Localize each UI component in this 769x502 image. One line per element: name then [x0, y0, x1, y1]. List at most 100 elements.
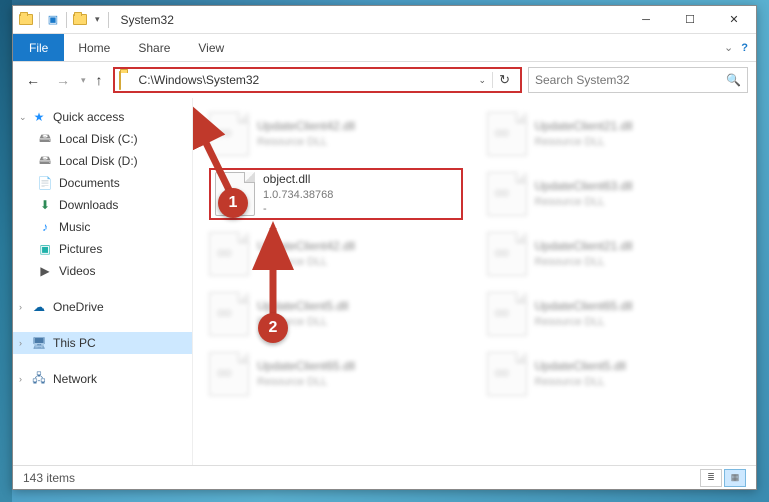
sidebar-item-pictures[interactable]: ▣ Pictures [13, 238, 192, 260]
star-icon: ★ [31, 109, 47, 125]
dll-icon [215, 172, 255, 216]
sidebar-quick-access[interactable]: ⌄ ★ Quick access [13, 106, 192, 128]
sidebar-item-label: Music [59, 220, 90, 234]
file-name: UpdateClient65.dll [535, 299, 633, 315]
separator [66, 12, 67, 28]
dll-icon [487, 172, 527, 216]
file-item[interactable]: UpdateClient65.dllResource DLL [209, 348, 463, 400]
sidebar-item-label: This PC [53, 336, 96, 350]
onedrive-icon: ☁ [31, 299, 47, 315]
sidebar-item-documents[interactable]: 📄 Documents [13, 172, 192, 194]
file-name: UpdateClient63.dll [535, 179, 633, 195]
music-icon: ♪ [37, 219, 53, 235]
videos-icon: ▶ [37, 263, 53, 279]
dll-icon [487, 292, 527, 336]
close-button[interactable]: ✕ [712, 6, 756, 34]
dll-icon [209, 112, 249, 156]
sidebar-onedrive[interactable]: ›☁OneDrive [13, 296, 192, 318]
sidebar-item-music[interactable]: ♪ Music [13, 216, 192, 238]
forward-button[interactable]: → [51, 68, 75, 92]
address-bar[interactable]: ⌄ ↻ [113, 67, 522, 93]
tab-share[interactable]: Share [124, 34, 184, 61]
status-bar: 143 items ≣ ▦ [13, 465, 756, 489]
help-icon[interactable]: ? [741, 42, 748, 54]
file-name: UpdateClient21.dll [535, 119, 633, 135]
chevron-icon[interactable]: › [19, 374, 22, 384]
window-title: System32 [115, 13, 624, 27]
maximize-button[interactable]: ☐ [668, 6, 712, 34]
file-item[interactable]: UpdateClient42.dllResource DLL [209, 228, 463, 280]
sidebar-item-label: Network [53, 372, 97, 386]
file-desc: - [263, 202, 333, 216]
tiles-view-button[interactable]: ▦ [724, 469, 746, 487]
file-item[interactable]: UpdateClient63.dllResource DLL [487, 168, 741, 220]
pictures-icon: ▣ [37, 241, 53, 257]
file-item[interactable]: UpdateClient21.dllResource DLL [487, 228, 741, 280]
ribbon-expand-icon[interactable]: ⌄ [724, 41, 733, 54]
file-item[interactable]: UpdateClient21.dllResource DLL [487, 108, 741, 160]
sidebar-this-pc[interactable]: › 🖥 This PC [13, 332, 192, 354]
body: ⌄ ★ Quick access 🖴 Local Disk (C:) 🖴 Local… [13, 98, 756, 465]
disk-icon: 🖴 [37, 153, 53, 169]
sidebar-item-videos[interactable]: ▶Videos [13, 260, 192, 282]
search-input[interactable] [535, 73, 726, 87]
sidebar-item-label: Pictures [59, 242, 102, 256]
file-item[interactable]: UpdateClient5.dllResource DLL [487, 348, 741, 400]
file-item[interactable]: UpdateClient42.dllResource DLL [209, 108, 463, 160]
tab-view[interactable]: View [184, 34, 238, 61]
tab-home[interactable]: Home [64, 34, 124, 61]
qat-dropdown-icon[interactable]: ▾ [91, 14, 104, 25]
file-desc: Resource DLL [535, 195, 633, 209]
file-item-highlighted[interactable]: object.dll1.0.734.38768- [209, 168, 463, 220]
file-list[interactable]: UpdateClient42.dllResource DLL UpdateCli… [193, 98, 756, 465]
history-dropdown-icon[interactable]: ▾ [81, 75, 86, 86]
sidebar-item-label: Local Disk (D:) [59, 154, 138, 168]
dll-icon [209, 352, 249, 396]
sidebar-item-label: Local Disk (C:) [59, 132, 138, 146]
dll-icon [487, 352, 527, 396]
sidebar-item-label: Quick access [53, 110, 124, 124]
dll-icon [209, 292, 249, 336]
chevron-icon[interactable]: › [19, 338, 22, 348]
pc-icon: 🖥 [31, 335, 47, 351]
file-tab[interactable]: File [13, 34, 64, 61]
file-item[interactable]: UpdateClient65.dllResource DLL [487, 288, 741, 340]
properties-icon[interactable]: ▣ [44, 11, 62, 29]
sidebar-item-label: Documents [59, 176, 120, 190]
back-button[interactable]: ← [21, 68, 45, 92]
refresh-button[interactable]: ↻ [492, 72, 516, 88]
search-box[interactable]: 🔍 [528, 67, 748, 93]
separator [39, 12, 40, 28]
chevron-icon[interactable]: › [19, 302, 22, 312]
file-desc: Resource DLL [535, 135, 633, 149]
address-input[interactable] [139, 73, 473, 87]
file-desc: Resource DLL [535, 375, 626, 389]
sidebar-item-local-disk-d[interactable]: 🖴 Local Disk (D:) [13, 150, 192, 172]
navigation-pane[interactable]: ⌄ ★ Quick access 🖴 Local Disk (C:) 🖴 Local… [13, 98, 193, 465]
address-dropdown-icon[interactable]: ⌄ [473, 75, 493, 86]
minimize-button[interactable]: ─ [624, 6, 668, 34]
titlebar: ▣ ▾ System32 ─ ☐ ✕ [13, 6, 756, 34]
status-item-count: 143 items [23, 471, 75, 485]
disk-icon: 🖴 [37, 131, 53, 147]
dll-icon [487, 232, 527, 276]
file-item[interactable]: UpdateClient5.dllResource DLL [209, 288, 463, 340]
ribbon-right: ⌄ ? [724, 34, 756, 61]
folder-icon [17, 11, 35, 29]
ribbon-tabs: File Home Share View ⌄ ? [13, 34, 756, 62]
network-icon: 🖧 [31, 371, 47, 387]
sidebar-item-local-disk-c[interactable]: 🖴 Local Disk (C:) [13, 128, 192, 150]
chevron-icon[interactable]: ⌄ [19, 112, 27, 123]
details-view-button[interactable]: ≣ [700, 469, 722, 487]
file-desc: Resource DLL [257, 135, 355, 149]
sidebar-item-label: Downloads [59, 198, 118, 212]
up-button[interactable]: ↑ [92, 72, 107, 88]
sidebar-item-downloads[interactable]: ⬇ Downloads [13, 194, 192, 216]
file-desc: Resource DLL [257, 315, 348, 329]
sidebar-network[interactable]: › 🖧 Network [13, 368, 192, 390]
navigation-bar: ← → ▾ ↑ ⌄ ↻ 🔍 [13, 62, 756, 98]
file-desc: Resource DLL [257, 255, 355, 269]
quick-access-toolbar: ▣ ▾ [13, 11, 115, 29]
documents-icon: 📄 [37, 175, 53, 191]
downloads-icon: ⬇ [37, 197, 53, 213]
